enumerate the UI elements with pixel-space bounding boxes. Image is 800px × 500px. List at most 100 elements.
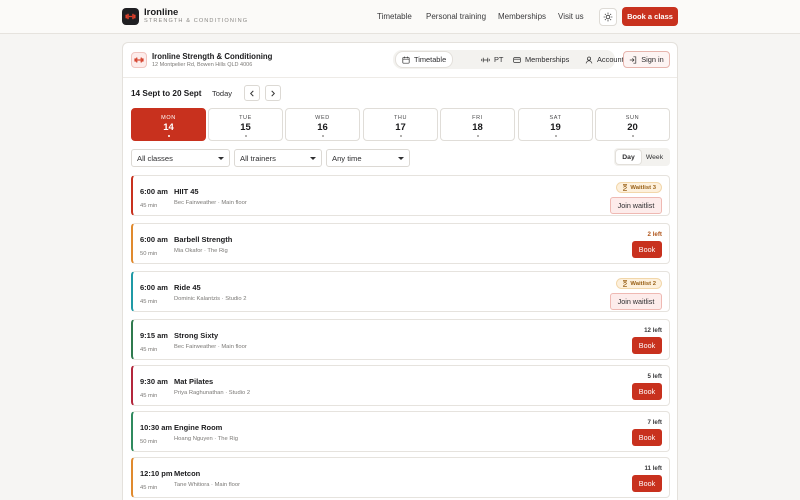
sun-icon: [603, 12, 613, 22]
week-range: 14 Sept to 20 Sept: [131, 89, 202, 98]
previous-week-button[interactable]: [244, 85, 260, 101]
class-row[interactable]: 6:00 am 50 min Barbell Strength Mia Okaf…: [131, 223, 670, 264]
class-filter-value: All classes: [137, 153, 173, 163]
dumbbell-logo-icon[interactable]: [122, 8, 139, 25]
sign-in-label: Sign in: [641, 55, 664, 64]
day-name: FRI: [472, 115, 483, 121]
class-trainer-room: Priya Raghunathan · Studio 2: [174, 390, 251, 396]
top-navigation: Ironline STRENGTH & CONDITIONING Timetab…: [0, 0, 800, 34]
book-button[interactable]: Book: [632, 337, 662, 354]
class-row[interactable]: 10:30 am 50 min Engine Room Hoang Nguyen…: [131, 411, 670, 452]
timetable-card: Ironline Strength & Conditioning 12 Mont…: [122, 42, 678, 500]
class-row[interactable]: 12:10 pm 45 min Metcon Tane Whitiora · M…: [131, 457, 670, 498]
class-time: 10:30 am: [140, 423, 173, 432]
theme-toggle-button[interactable]: [599, 8, 617, 26]
day-indicator-dot: [555, 135, 557, 137]
class-duration: 45 min: [140, 299, 158, 305]
tab-memberships-label: Memberships: [525, 55, 570, 64]
class-duration: 50 min: [140, 251, 158, 257]
join-waitlist-button[interactable]: Join waitlist: [610, 293, 662, 310]
trainer-filter-value: All trainers: [240, 153, 276, 163]
day-number: 19: [550, 122, 561, 133]
gym-logo-icon: [131, 52, 147, 68]
tab-memberships[interactable]: Memberships: [507, 52, 575, 67]
book-a-class-button[interactable]: Book a class: [622, 7, 678, 26]
hourglass-icon: [623, 184, 628, 191]
chevron-down-icon: [310, 157, 316, 160]
day-name: THU: [393, 115, 408, 121]
class-duration: 45 min: [140, 203, 158, 209]
class-trainer-room: Dominic Kalantzis · Studio 2: [174, 296, 247, 302]
book-button[interactable]: Book: [632, 383, 662, 400]
book-button[interactable]: Book: [632, 241, 662, 258]
class-row[interactable]: 9:15 am 45 min Strong Sixty Bec Fairweat…: [131, 319, 670, 360]
nav-link-personal-training[interactable]: Personal training: [426, 12, 486, 21]
day-fri[interactable]: FRI 18: [440, 108, 515, 141]
class-trainer-room: Bec Fairweather · Main floor: [174, 344, 247, 350]
spots-left: 12 left: [644, 327, 662, 334]
day-tue[interactable]: TUE 15: [208, 108, 283, 141]
class-time: 6:00 am: [140, 235, 168, 244]
spots-left: 2 left: [647, 231, 662, 238]
spots-left: 11 left: [644, 465, 662, 472]
brand-name[interactable]: Ironline: [144, 7, 178, 18]
waitlist-badge: Waitlist 3: [616, 182, 662, 193]
day-indicator-dot: [322, 135, 324, 137]
day-indicator-dot: [245, 135, 247, 137]
tab-pt-label: PT: [494, 55, 504, 64]
day-indicator-dot: [400, 135, 402, 137]
class-duration: 45 min: [140, 485, 158, 491]
day-number: 15: [240, 122, 251, 133]
class-row[interactable]: 6:00 am 45 min HIIT 45 Bec Fairweather ·…: [131, 175, 670, 216]
class-name: Engine Room: [174, 423, 223, 432]
day-name: TUE: [239, 115, 252, 121]
class-name: Ride 45: [174, 283, 201, 292]
view-day-button[interactable]: Day: [616, 150, 641, 164]
time-filter-select[interactable]: Any time: [326, 149, 410, 167]
class-trainer-room: Bec Fairweather · Main floor: [174, 200, 247, 206]
sign-in-icon: [629, 55, 637, 64]
day-mon[interactable]: MON 14: [131, 108, 206, 141]
day-wed[interactable]: WED 16: [285, 108, 360, 141]
class-row[interactable]: 6:00 am 45 min Ride 45 Dominic Kalantzis…: [131, 271, 670, 312]
nav-link-visit-us[interactable]: Visit us: [558, 12, 584, 21]
book-button[interactable]: Book: [632, 475, 662, 492]
spots-left: 5 left: [647, 373, 662, 380]
class-row[interactable]: 9:30 am 45 min Mat Pilates Priya Raghuna…: [131, 365, 670, 406]
class-trainer-room: Hoang Nguyen · The Rig: [174, 436, 239, 442]
chevron-down-icon: [398, 157, 404, 160]
gym-name: Ironline Strength & Conditioning: [152, 52, 273, 61]
view-week-button[interactable]: Week: [642, 150, 667, 164]
next-week-button[interactable]: [265, 85, 281, 101]
sign-in-button[interactable]: Sign in: [623, 51, 670, 68]
day-thu[interactable]: THU 17: [363, 108, 438, 141]
day-number: 20: [627, 122, 638, 133]
nav-link-memberships[interactable]: Memberships: [498, 12, 546, 21]
waitlist-badge: Waitlist 2: [616, 278, 662, 289]
class-name: Barbell Strength: [174, 235, 233, 244]
day-indicator-dot: [477, 135, 479, 137]
day-sun[interactable]: SUN 20: [595, 108, 670, 141]
class-time: 9:30 am: [140, 377, 168, 386]
trainer-filter-select[interactable]: All trainers: [234, 149, 322, 167]
tab-timetable[interactable]: Timetable: [396, 52, 453, 67]
tab-pt[interactable]: PT: [475, 52, 509, 67]
class-time: 6:00 am: [140, 283, 168, 292]
nav-link-timetable[interactable]: Timetable: [377, 12, 412, 21]
chevron-down-icon: [218, 157, 224, 160]
day-sat[interactable]: SAT 19: [518, 108, 593, 141]
card-icon: [513, 56, 521, 63]
book-button[interactable]: Book: [632, 429, 662, 446]
hourglass-icon: [623, 280, 628, 287]
view-toggle: Day Week: [614, 148, 670, 166]
day-indicator-dot: [632, 135, 634, 137]
day-number: 17: [395, 122, 406, 133]
today-button[interactable]: Today: [212, 89, 232, 98]
day-number: 14: [163, 122, 174, 133]
day-name: WED: [315, 115, 330, 121]
class-duration: 45 min: [140, 347, 158, 353]
waitlist-badge-label: Waitlist 2: [630, 280, 656, 287]
class-filter-select[interactable]: All classes: [131, 149, 230, 167]
tab-account-label: Account: [597, 55, 624, 64]
join-waitlist-button[interactable]: Join waitlist: [610, 197, 662, 214]
